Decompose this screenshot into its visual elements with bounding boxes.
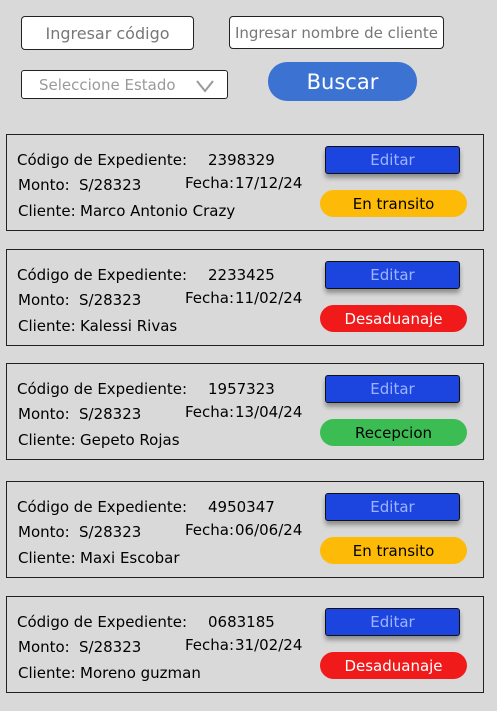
code-label: Código de Expediente: [17, 151, 188, 169]
code-search-input[interactable]: Ingresar código [21, 16, 194, 50]
edit-button[interactable]: Editar [325, 375, 460, 403]
status-badge: Desaduanaje [320, 305, 467, 332]
client-value: Moreno guzman [80, 664, 201, 682]
amount-label: Monto: [18, 405, 70, 423]
record-card: Código de Expediente: 2398329 Monto: S/2… [6, 134, 484, 231]
amount-label: Monto: [18, 176, 70, 194]
search-button[interactable]: Buscar [268, 62, 417, 101]
date-value: 13/04/24 [235, 403, 303, 421]
client-label: Cliente: [18, 202, 76, 220]
record-card: Código de Expediente: 2233425 Monto: S/2… [6, 249, 484, 346]
date-label: Fecha: [185, 636, 235, 654]
amount-label: Monto: [18, 523, 70, 541]
status-select-label: Seleccione Estado [39, 75, 176, 94]
date-label: Fecha: [185, 289, 235, 307]
client-value: Marco Antonio Crazy [80, 202, 236, 220]
client-label: Cliente: [18, 317, 76, 335]
date-value: 11/02/24 [235, 289, 303, 307]
record-card: Código de Expediente: 4950347 Monto: S/2… [6, 481, 484, 578]
code-label: Código de Expediente: [17, 380, 188, 398]
code-label: Código de Expediente: [17, 613, 188, 631]
client-value: Maxi Escobar [80, 549, 180, 567]
amount-value: S/28323 [79, 176, 142, 194]
client-value: Gepeto Rojas [80, 431, 180, 449]
record-card: Código de Expediente: 0683185 Monto: S/2… [6, 596, 484, 693]
status-badge: En transito [320, 537, 467, 564]
date-value: 06/06/24 [235, 521, 303, 539]
code-value: 2233425 [208, 266, 275, 284]
date-value: 31/02/24 [235, 636, 303, 654]
client-label: Cliente: [18, 664, 76, 682]
code-value: 2398329 [208, 151, 275, 169]
amount-value: S/28323 [79, 405, 142, 423]
amount-label: Monto: [18, 291, 70, 309]
client-value: Kalessi Rivas [80, 317, 178, 335]
chevron-down-icon [196, 80, 214, 93]
date-label: Fecha: [185, 521, 235, 539]
edit-button[interactable]: Editar [325, 493, 460, 521]
amount-value: S/28323 [79, 291, 142, 309]
edit-button[interactable]: Editar [325, 261, 460, 289]
edit-button[interactable]: Editar [325, 608, 460, 636]
amount-value: S/28323 [79, 523, 142, 541]
amount-label: Monto: [18, 638, 70, 656]
code-label: Código de Expediente: [17, 266, 188, 284]
code-label: Código de Expediente: [17, 498, 188, 516]
code-value: 0683185 [208, 613, 275, 631]
client-label: Cliente: [18, 549, 76, 567]
status-badge: Recepcion [320, 419, 467, 446]
date-value: 17/12/24 [235, 174, 303, 192]
client-label: Cliente: [18, 431, 76, 449]
record-card: Código de Expediente: 1957323 Monto: S/2… [6, 363, 484, 460]
status-select[interactable]: Seleccione Estado [21, 70, 228, 99]
status-badge: Desaduanaje [320, 652, 467, 679]
date-label: Fecha: [185, 403, 235, 421]
code-value: 1957323 [208, 380, 275, 398]
edit-button[interactable]: Editar [325, 146, 460, 174]
amount-value: S/28323 [79, 638, 142, 656]
client-search-input[interactable]: Ingresar nombre de cliente [229, 16, 444, 49]
status-badge: En transito [320, 190, 467, 217]
code-value: 4950347 [208, 498, 275, 516]
date-label: Fecha: [185, 174, 235, 192]
